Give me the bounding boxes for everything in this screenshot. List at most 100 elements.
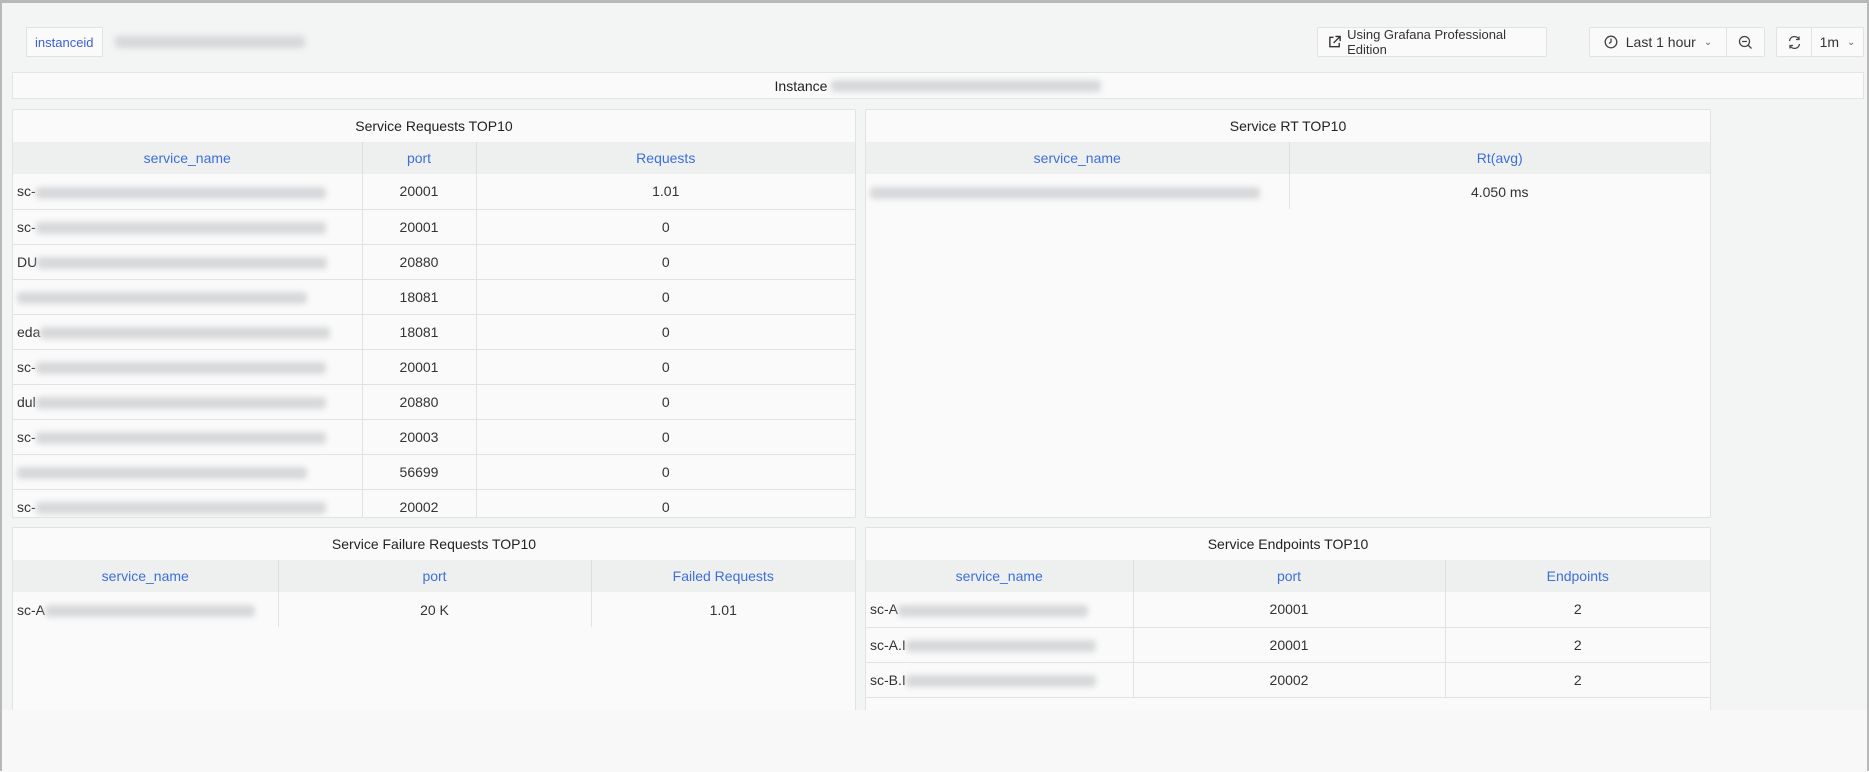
rt-table: service_name Rt(avg) 4.050 ms [866,142,1710,209]
port-cell: 20 K [278,592,592,627]
column-header[interactable]: service_name [13,560,279,592]
clock-icon [1604,35,1618,49]
chevron-down-icon: ⌄ [1703,36,1713,48]
service-name-cell [13,279,363,315]
table-row: sc-A 20001 2 [866,592,1710,628]
time-range-label: Last 1 hour [1625,34,1696,50]
value-cell: 0 [476,489,855,517]
port-cell: 20880 [362,244,477,280]
value-cell: 0 [476,454,855,490]
value-cell: 2 [1445,592,1710,628]
table-row: sc-B.I 20002 2 [866,662,1710,698]
service-name-cell: sc- [13,174,363,210]
table-row: 18081 0 [13,279,855,315]
panel-title[interactable]: Service Requests TOP10 [13,110,855,142]
port-cell: 20002 [1133,662,1446,698]
page-bottom-area [2,710,1867,772]
failed-requests-cell: 1.01 [709,601,737,618]
time-range-picker[interactable]: Last 1 hour ⌄ [1590,28,1726,56]
table-row: 4.050 ms [866,174,1710,209]
column-header[interactable]: Requests [476,142,855,174]
service-name-cell [866,174,1290,209]
port-cell: 20001 [362,209,477,245]
zoom-out-icon [1738,35,1752,49]
value-cell: 0 [476,419,855,455]
table-row: sc- 20001 0 [13,349,855,385]
port-cell: 20001 [362,174,477,210]
table-row: 56699 0 [13,454,855,490]
port-cell: 20003 [362,419,477,455]
panel-title[interactable]: Service Failure Requests TOP10 [13,528,855,560]
service-name-cell [13,454,363,490]
service-name-cell: DU [13,244,363,280]
panel-title[interactable]: Service Endpoints TOP10 [866,528,1710,560]
grafana-professional-button[interactable]: Using Grafana Professional Edition [1317,27,1547,57]
port-cell: 18081 [362,314,477,350]
refresh-icon [1788,35,1800,49]
refresh-interval-label: 1m [1819,34,1840,50]
value-cell: 0 [476,209,855,245]
column-header[interactable]: port [1133,560,1446,592]
service-name-cell: sc-A [866,592,1134,628]
service-name-cell: sc- [13,489,363,517]
table-row: DU 20880 0 [13,244,855,280]
chevron-down-icon: ⌄ [1847,36,1856,48]
port-cell: 20001 [1133,592,1446,628]
panel-title[interactable]: Service RT TOP10 [866,110,1710,142]
value-cell: 0 [476,349,855,385]
service-name-cell: sc- [13,349,363,385]
table-row: sc-A.I 20001 2 [866,627,1710,663]
service-name-cell: eda [13,314,363,350]
value-cell: 2 [1445,627,1710,663]
requests-table: service_name port Requests sc- 20001 1.01 s… [13,142,855,517]
refresh-button[interactable] [1777,28,1811,56]
column-header[interactable]: port [278,560,592,592]
variable-label: instanceid [26,27,103,57]
value-cell: 0 [476,314,855,350]
refresh-interval-picker[interactable]: 1m ⌄ [1811,28,1863,56]
instanceid-variable[interactable]: instanceid [26,27,305,57]
column-header[interactable]: Endpoints [1445,560,1710,592]
instance-value-redacted [831,79,1102,92]
service-name-cell: dul [13,384,363,420]
port-cell: 56699 [362,454,477,490]
port-cell: 18081 [362,279,477,315]
port-cell: 20002 [362,489,477,517]
value-cell: 0 [476,244,855,280]
port-cell: 20001 [1133,627,1446,663]
value-cell: 0 [476,384,855,420]
table-row: sc-A 20 K 1.01 [13,592,855,627]
service-name-cell: sc-A [13,592,279,627]
service-name-cell: sc-B.I [866,662,1134,698]
table-row: sc- 20002 0 [13,489,855,517]
zoom-out-button[interactable] [1726,28,1764,56]
column-header[interactable]: service_name [866,142,1290,174]
port-cell: 20880 [362,384,477,420]
column-header[interactable]: port [362,142,477,174]
dashboard: instanceid Using Grafana Professional Ed… [0,0,1869,772]
instance-row: Instance [12,72,1864,99]
external-link-icon [1329,35,1341,48]
service-name-cell: sc-A.I [866,627,1134,663]
service-name-cell: sc- [13,419,363,455]
instance-label: Instance [774,77,828,94]
service-requests-panel: Service Requests TOP10 service_name port… [12,109,856,518]
value-cell: 2 [1445,662,1710,698]
value-cell: 1.01 [476,174,855,210]
grafana-button-label: Using Grafana Professional Edition [1347,27,1507,57]
port-cell: 20001 [362,349,477,385]
table-row: dul 20880 0 [13,384,855,420]
time-picker-group: Last 1 hour ⌄ [1589,27,1765,57]
variable-value-redacted[interactable] [114,36,305,48]
column-header[interactable]: service_name [13,142,363,174]
table-row: sc- 20001 1.01 [13,174,855,210]
column-header[interactable]: Failed Requests [591,560,855,592]
endpoints-table: service_name port Endpoints sc-A 20001 2 sc… [866,560,1710,698]
value-cell: 0 [476,279,855,315]
column-header[interactable]: Rt(avg) [1289,142,1710,174]
failures-table: service_name port Failed Requests sc-A 2… [13,560,855,627]
column-header[interactable]: service_name [866,560,1134,592]
service-failure-panel: Service Failure Requests TOP10 service_n… [12,527,856,727]
rt-cell: 4.050 ms [1470,183,1529,200]
service-endpoints-panel: Service Endpoints TOP10 service_name por… [865,527,1711,727]
